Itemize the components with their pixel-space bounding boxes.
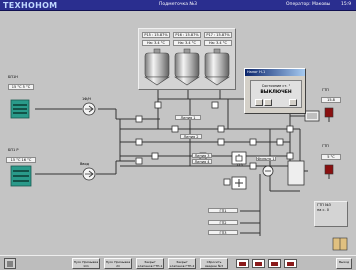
- position-value: 125: [236, 163, 243, 167]
- tank-value: На: 3.4 °С: [204, 40, 232, 46]
- cooler-icon[interactable]: [10, 165, 32, 187]
- indicator[interactable]: [268, 259, 281, 268]
- tank-label: Р15 : 15.87%: [142, 32, 170, 38]
- indicator[interactable]: [236, 259, 249, 268]
- operator-label: Оператор: Маковы: [286, 2, 331, 7]
- stop-button[interactable]: [264, 99, 272, 106]
- unit-value: 15 °С 5 °С: [8, 84, 34, 90]
- tank-panel: Р15 : 15.87% Р16 : 15.87% Р17 : 15.87% Н…: [138, 28, 236, 90]
- filter-label: Фильтр 1: [256, 156, 276, 161]
- info-text: на с. 0: [317, 208, 329, 212]
- line-label[interactable]: Линия 4: [192, 159, 212, 164]
- line-label[interactable]: Линия 3: [192, 153, 212, 158]
- unit-label: БП1 Р: [8, 148, 19, 152]
- indicator[interactable]: [252, 259, 265, 268]
- menu-icon[interactable]: [4, 258, 16, 269]
- output-value: ГП2: [208, 220, 238, 225]
- pump-icon[interactable]: [262, 165, 274, 177]
- title-bar: ТЕХНОНОМ Подметочка №3 Оператор: Маковы …: [0, 0, 356, 11]
- line-label[interactable]: Линия 1: [175, 115, 201, 120]
- barrel-icon[interactable]: [332, 237, 348, 251]
- dialog-status-value: ВЫКЛЮЧЕН: [260, 90, 292, 95]
- tank-value: На: 3.4 °С: [173, 40, 201, 46]
- pump-icon[interactable]: [82, 102, 96, 116]
- unit-value: 15 °С 16 °С: [6, 157, 36, 163]
- exit-button[interactable]: Выход: [336, 258, 352, 269]
- start-button[interactable]: [255, 99, 263, 106]
- close-valves-1-button[interactable]: Закрыт клапанов ГТП-1: [136, 258, 164, 269]
- tank-label: Р17 : 15.87%: [204, 32, 232, 38]
- cooler-icon[interactable]: [10, 99, 30, 119]
- reset-alarm-button[interactable]: Сбросить Аварию №3: [200, 258, 228, 269]
- line-label[interactable]: Линия 2: [180, 134, 202, 139]
- process-diagram: Р15 : 15.87% Р16 : 15.87% Р17 : 15.87% Н…: [0, 11, 356, 255]
- tank-value: На: 3.4 °С: [142, 40, 170, 46]
- valve-red-icon[interactable]: [322, 107, 336, 123]
- close-valves-2-button[interactable]: Закрыт клапанов ГТП-2: [168, 258, 196, 269]
- tank-icons[interactable]: [139, 47, 235, 89]
- indicator[interactable]: [284, 259, 297, 268]
- unit-value: 5 °С: [321, 154, 341, 160]
- unit-label: БП1Н: [8, 75, 18, 79]
- dialog-body: Состояние ст. " ВЫКЛЮЧЕН: [250, 80, 302, 108]
- info-text: ГТП №3: [317, 203, 331, 207]
- start-wash-1-button[interactable]: Пуск Промывка 1п1: [72, 258, 100, 269]
- dialog-caption: Налог Н-1: [245, 69, 305, 76]
- pump-icon[interactable]: [82, 167, 96, 181]
- output-value: ГП1: [208, 208, 238, 213]
- clock: 15:9: [341, 2, 352, 7]
- start-wash-2-button[interactable]: Пуск Промывка 2п: [104, 258, 132, 269]
- unit-label: ГТП: [322, 144, 329, 148]
- close-button[interactable]: [289, 99, 297, 106]
- output-value: ГП3: [208, 230, 238, 235]
- control-toolbar: Пуск Промывка 1п1 Пуск Промывка 2п Закры…: [0, 255, 356, 270]
- unit-value: 15.8: [321, 97, 341, 103]
- valve-red-icon[interactable]: [322, 164, 336, 180]
- pump-label: Ввод: [80, 162, 90, 166]
- info-panel: ГТП №3 на с. 0: [314, 201, 348, 227]
- status-dialog: Налог Н-1 Состояние ст. " ВЫКЛЮЧЕН: [244, 68, 306, 114]
- tank-label: Р16 : 15.87%: [173, 32, 201, 38]
- dialog-status-label: Состояние ст. ": [261, 84, 291, 88]
- pump-label: 1Ф/Н: [82, 97, 92, 101]
- unit-label: ГТП: [322, 88, 329, 92]
